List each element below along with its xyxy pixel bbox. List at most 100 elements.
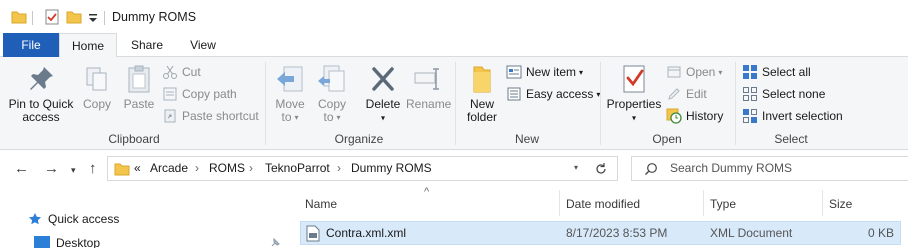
delete-label: Delete	[365, 97, 401, 111]
folder-icon	[114, 163, 130, 176]
select-all-icon	[743, 64, 757, 79]
copy-to-icon	[318, 65, 345, 92]
delete-icon	[372, 67, 394, 91]
open-button[interactable]: Open ▾	[666, 62, 722, 82]
file-size: 0 KB	[867, 226, 894, 240]
breadcrumb-roms[interactable]: ROMS	[209, 161, 245, 175]
dropdown-arrow-icon: ▾	[336, 113, 341, 123]
file-name[interactable]: Contra.xml.xml	[326, 226, 406, 240]
star-icon	[29, 213, 41, 225]
group-separator	[455, 62, 456, 145]
clipboard-group-label: Clipboard	[108, 132, 160, 146]
forward-arrow-icon[interactable]: →	[44, 160, 59, 177]
breadcrumb-overflow[interactable]: «	[134, 161, 141, 175]
new-item-icon	[506, 65, 522, 79]
recent-locations-chevron-icon[interactable]: ▾	[71, 165, 76, 176]
search-box[interactable]: Search Dummy ROMS	[631, 156, 908, 181]
title-bar: Dummy ROMS	[0, 0, 908, 34]
new-group-label: New	[514, 132, 539, 146]
column-header-size[interactable]: Size	[829, 197, 852, 211]
delete-button[interactable]: Delete ▾	[362, 63, 404, 124]
edit-icon	[668, 88, 680, 100]
properties-icon	[623, 65, 645, 93]
history-icon	[666, 108, 682, 124]
group-separator	[600, 62, 601, 145]
easy-access-button[interactable]: Easy access ▾	[506, 84, 600, 104]
properties-label: Properties	[606, 97, 662, 111]
new-item-button[interactable]: New item ▾	[506, 62, 583, 82]
rename-button[interactable]: Rename	[406, 63, 451, 111]
tab-file[interactable]: File	[3, 33, 59, 57]
invert-selection-button[interactable]: Invert selection	[742, 106, 843, 126]
back-arrow-icon[interactable]: ←	[14, 160, 29, 177]
new-folder-button[interactable]: New folder	[461, 63, 503, 124]
copy-path-button[interactable]: Copy path	[162, 84, 237, 104]
breadcrumb-arcade[interactable]: Arcade	[150, 161, 188, 175]
open-icon	[667, 66, 681, 78]
copy-to-button[interactable]: Copy to ▾	[314, 63, 350, 124]
select-none-button[interactable]: Select none	[742, 84, 825, 104]
move-to-label-2: to	[281, 110, 292, 124]
nav-desktop[interactable]: Desktop	[56, 236, 100, 248]
properties-button[interactable]: Properties ▾	[604, 63, 664, 124]
paste-button[interactable]: Paste	[120, 63, 158, 111]
column-header-type[interactable]: Type	[710, 197, 736, 211]
select-all-label: Select all	[762, 65, 811, 79]
copy-to-label-2: to	[323, 110, 334, 124]
customize-quick-access-icon[interactable]	[88, 12, 98, 24]
open-group-label: Open	[652, 132, 682, 146]
column-header-name[interactable]: Name	[305, 197, 337, 211]
pin-icon	[271, 237, 280, 247]
invert-selection-label: Invert selection	[762, 109, 843, 123]
edit-label: Edit	[686, 87, 707, 101]
column-divider[interactable]	[822, 190, 823, 216]
select-all-button[interactable]: Select all	[742, 62, 811, 82]
breadcrumb-teknoparrot[interactable]: TeknoParrot	[265, 161, 330, 175]
column-header-date-modified[interactable]: Date modified	[566, 197, 640, 211]
sort-indicator-icon: ^	[424, 186, 430, 198]
table-row[interactable]: Contra.xml.xml 8/17/2023 8:53 PM XML Doc…	[300, 221, 901, 245]
dropdown-arrow-icon: ▾	[380, 113, 385, 123]
column-divider[interactable]	[559, 190, 560, 216]
copy-label: Copy	[82, 97, 111, 111]
paste-label: Paste	[123, 97, 155, 111]
paste-shortcut-label: Paste shortcut	[182, 109, 259, 123]
pin-to-quick-access-button[interactable]: Pin to Quick access	[4, 63, 78, 124]
up-arrow-icon[interactable]: ↑	[89, 160, 97, 177]
nav-quick-access[interactable]: Quick access	[48, 212, 119, 226]
easy-access-label: Easy access	[526, 87, 594, 101]
address-bar[interactable]: « Arcade › ROMS › TeknoParrot › Dummy RO…	[107, 156, 618, 181]
select-group-label: Select	[774, 132, 808, 146]
cut-button[interactable]: Cut	[162, 62, 201, 82]
edit-button[interactable]: Edit	[666, 84, 707, 104]
paste-icon	[128, 65, 150, 93]
ribbon-tabs: File Home Share View	[0, 33, 908, 58]
divider	[104, 11, 105, 25]
paste-shortcut-button[interactable]: Paste shortcut	[162, 106, 259, 126]
file-type: XML Document	[710, 226, 793, 240]
address-dropdown-icon[interactable]: ▾	[574, 163, 578, 172]
copy-button[interactable]: Copy	[80, 63, 114, 111]
tab-share[interactable]: Share	[120, 33, 174, 57]
tab-view[interactable]: View	[176, 33, 230, 57]
breadcrumb-separator[interactable]: ›	[337, 161, 341, 175]
breadcrumb-separator[interactable]: ›	[195, 161, 199, 175]
breadcrumb-dummy-roms[interactable]: Dummy ROMS	[351, 161, 432, 175]
new-folder-icon[interactable]	[66, 10, 82, 24]
new-item-label: New item	[526, 65, 577, 79]
window-title: Dummy ROMS	[112, 10, 197, 24]
folder-icon	[11, 11, 27, 24]
move-to-button[interactable]: Move to ▾	[272, 63, 308, 124]
breadcrumb-separator[interactable]: ›	[249, 161, 253, 175]
rename-icon	[414, 68, 439, 90]
search-placeholder: Search Dummy ROMS	[670, 161, 793, 175]
divider	[32, 11, 33, 25]
file-date-modified: 8/17/2023 8:53 PM	[566, 226, 668, 240]
open-label: Open	[686, 65, 716, 79]
refresh-icon[interactable]	[594, 162, 608, 176]
properties-icon[interactable]	[44, 9, 60, 25]
column-divider[interactable]	[703, 190, 704, 216]
history-button[interactable]: History	[666, 106, 723, 126]
tab-home[interactable]: Home	[59, 33, 117, 58]
pin-label-2: access	[22, 110, 60, 124]
